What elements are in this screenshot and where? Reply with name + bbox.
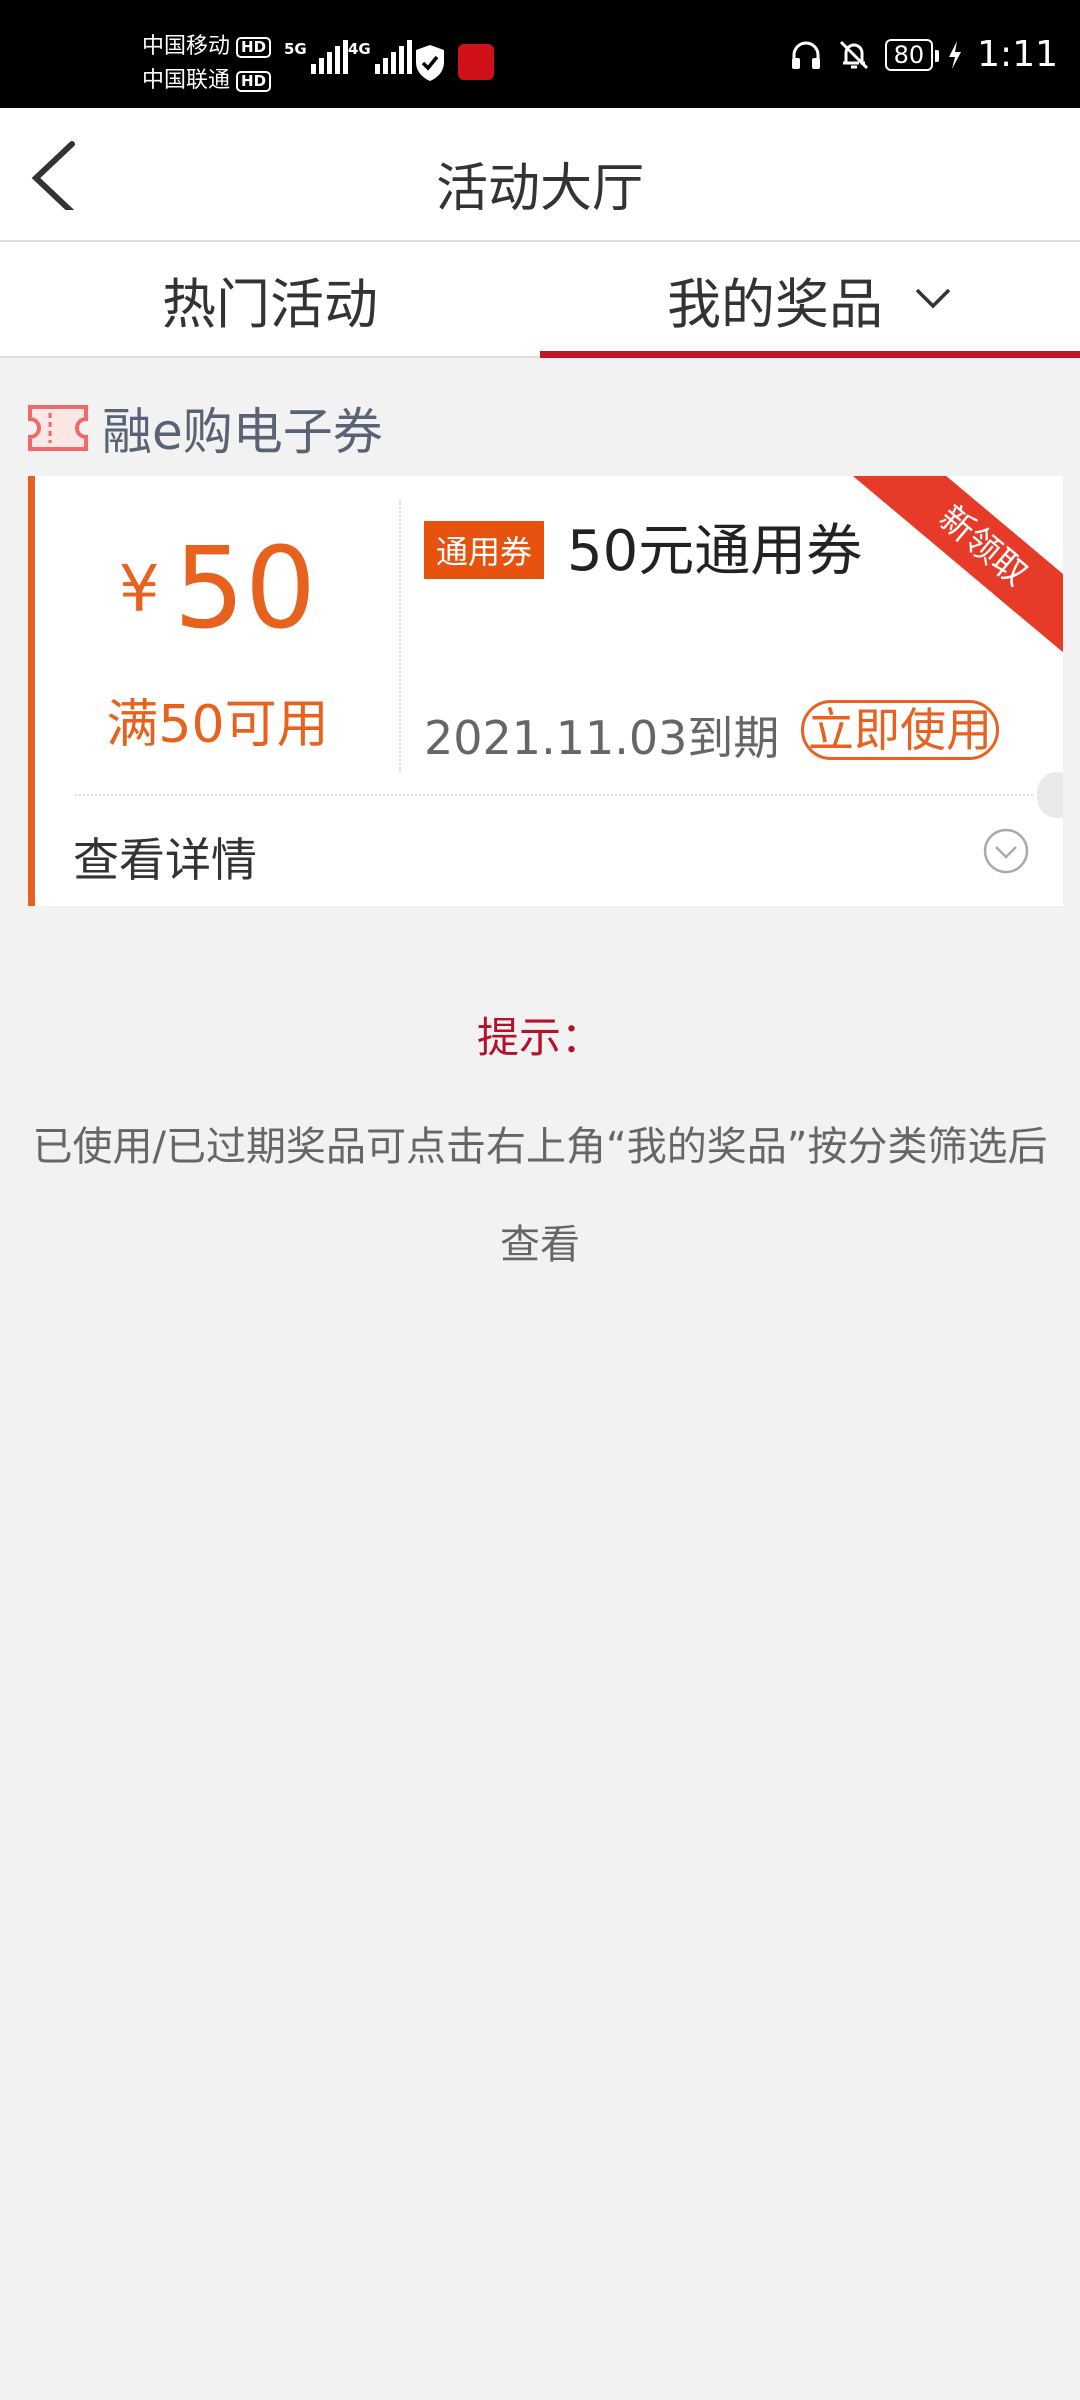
charging-icon: [949, 40, 962, 69]
coupon-card: ¥50 满50可用 通用券 50元通用券 新领取 2021.11.03到期 立即…: [28, 476, 1063, 906]
tab-label: 我的奖品: [667, 272, 883, 336]
signal-2-icon: 4G: [348, 40, 412, 74]
tab-hot-activities[interactable]: 热门活动: [0, 242, 540, 356]
tab-my-prizes[interactable]: 我的奖品: [540, 242, 1080, 358]
section-title: 融e购电子券: [102, 403, 383, 461]
headphones-icon: [791, 41, 820, 69]
battery-indicator: 80: [884, 38, 939, 71]
mute-bell-icon: [839, 40, 868, 69]
coupon-amount: 50: [173, 524, 317, 654]
hd-badge-1: HD: [236, 36, 272, 58]
app-header: 活动大厅: [0, 108, 1080, 242]
tab-label: 热门活动: [162, 272, 378, 336]
coupon-divider: [399, 500, 401, 772]
coupon-type-badge: 通用券: [424, 521, 545, 579]
network-type-1: 5G: [284, 40, 307, 58]
currency-symbol: ¥: [118, 553, 160, 627]
new-ribbon: 新领取: [848, 476, 1063, 666]
status-bar: 中国移动 HD 中国联通 HD 5G 4G 80 1:11: [0, 0, 1080, 108]
coupon-name: 50元通用券: [567, 519, 863, 584]
coupon-value-panel: ¥50 满50可用: [35, 476, 400, 794]
usage-condition: 满50可用: [106, 695, 329, 755]
shield-icon: [416, 45, 444, 81]
carrier-1: 中国移动: [142, 34, 231, 59]
tip-text: 已使用/已过期奖品可点击右上角“我的奖品”按分类筛选后查看: [32, 1124, 1048, 1268]
chevron-down-icon: [915, 288, 951, 309]
carrier-info: 中国移动 HD 中国联通 HD: [142, 30, 272, 98]
tab-bar: 热门活动 我的奖品: [0, 242, 1080, 358]
view-details-label: 查看详情: [73, 833, 257, 887]
expiry-date: 2021.11.03到期: [424, 711, 780, 765]
network-type-2: 4G: [348, 40, 371, 58]
expand-down-icon[interactable]: [983, 828, 1029, 874]
view-details-row[interactable]: 查看详情: [35, 796, 1063, 906]
signal-1-icon: 5G: [284, 40, 348, 74]
clock: 1:11: [977, 34, 1058, 75]
shopping-app-icon: [458, 44, 494, 80]
hd-badge-2: HD: [236, 70, 272, 92]
section-header: 融e购电子券: [26, 392, 383, 464]
tip-title: 提示：: [476, 1013, 603, 1062]
carrier-2: 中国联通: [142, 68, 231, 93]
ticket-icon: [28, 405, 88, 451]
page-title: 活动大厅: [435, 159, 644, 219]
use-now-button[interactable]: 立即使用: [801, 700, 999, 760]
